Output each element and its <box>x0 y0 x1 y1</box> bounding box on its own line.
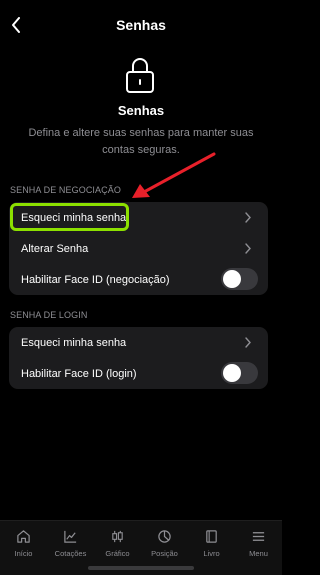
hero-title: Senhas <box>117 103 165 118</box>
chevron-right-icon <box>245 212 251 223</box>
tab-label: Gráfico <box>105 549 130 558</box>
candlestick-icon <box>112 530 123 543</box>
face-id-login-toggle[interactable] <box>221 362 258 384</box>
row-face-id-login: Habilitar Face ID (login) <box>9 358 268 389</box>
pie-chart-icon <box>158 530 171 543</box>
row-label: Esqueci minha senha <box>21 336 127 349</box>
login-password-card: Esqueci minha senha Habilitar Face ID (l… <box>9 327 268 389</box>
toggle-knob <box>223 270 241 288</box>
face-id-negotiation-toggle[interactable] <box>221 268 258 290</box>
tab-livro[interactable]: Livro <box>188 521 235 575</box>
tab-label: Início <box>14 549 33 558</box>
tab-cotacoes[interactable]: Cotações <box>47 521 94 575</box>
lock-icon <box>124 56 156 94</box>
home-indicator <box>88 566 194 570</box>
header-bar: Senhas <box>0 0 282 50</box>
tab-menu[interactable]: Menu <box>235 521 282 575</box>
menu-icon <box>252 532 265 541</box>
page-title: Senhas <box>116 17 166 33</box>
chevron-right-icon <box>245 337 251 348</box>
chart-line-icon <box>64 530 77 543</box>
book-icon <box>206 530 217 543</box>
red-arrow-annotation <box>132 152 216 198</box>
row-label: Alterar Senha <box>21 242 89 255</box>
toggle-knob <box>223 364 241 382</box>
row-change-password[interactable]: Alterar Senha <box>9 233 268 264</box>
tab-inicio[interactable]: Início <box>0 521 47 575</box>
row-face-id-negotiation: Habilitar Face ID (negociação) <box>9 264 268 295</box>
highlight-box <box>10 203 129 231</box>
row-label: Habilitar Face ID (negociação) <box>21 273 170 286</box>
section-label-login: SENHA DE LOGIN <box>10 310 88 320</box>
row-label: Habilitar Face ID (login) <box>21 367 137 380</box>
chevron-right-icon <box>245 243 251 254</box>
tab-label: Posição <box>151 549 178 558</box>
row-forgot-password-login[interactable]: Esqueci minha senha <box>9 327 268 358</box>
tab-label: Menu <box>249 549 268 558</box>
tab-label: Livro <box>203 549 220 558</box>
section-label-negotiation: SENHA DE NEGOCIAÇÃO <box>10 185 121 195</box>
tab-label: Cotações <box>54 549 87 558</box>
home-icon <box>17 530 30 543</box>
